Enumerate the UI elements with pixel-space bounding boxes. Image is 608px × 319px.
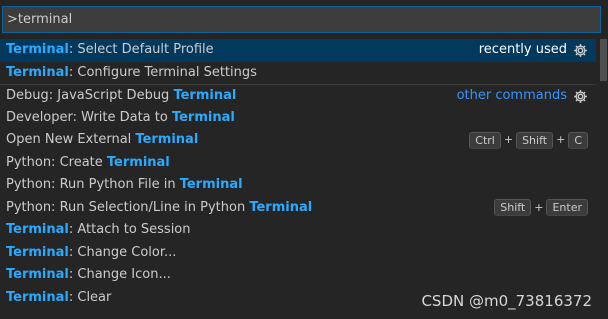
gear-icon[interactable] (573, 43, 588, 58)
key-separator: + (556, 133, 566, 146)
key-cap: Enter (546, 199, 588, 217)
keybinding: Shift + Enter (494, 197, 588, 220)
group-label: recently used (478, 42, 567, 57)
command-label: Open New External Terminal (6, 132, 198, 147)
command-label: Terminal: Change Color... (6, 245, 176, 260)
command-label-text: Open New External (6, 132, 136, 147)
command-label-match: Terminal (106, 154, 170, 170)
command-input-box[interactable] (2, 6, 601, 33)
command-label-text: : Attach to Session (68, 222, 191, 237)
command-label-match: Terminal (6, 222, 69, 237)
command-list: Terminal: Select Default Profile recently… (0, 39, 596, 309)
command-label-text: Python: Create (6, 154, 107, 170)
command-label-text: : Clear (68, 289, 112, 305)
command-label: Debug: JavaScript Debug Terminal (6, 88, 236, 103)
command-label-match: Terminal (249, 199, 313, 215)
command-item[interactable]: Python: Create Terminal (0, 152, 596, 175)
command-item[interactable]: Terminal: Attach to Session (0, 219, 596, 242)
key-cap: Shift (516, 131, 554, 149)
command-label-match: Terminal (6, 289, 69, 305)
command-item[interactable]: Terminal: Change Color... (0, 242, 596, 265)
command-label-match: Terminal (179, 177, 243, 192)
command-label: Terminal: Clear (6, 290, 111, 305)
command-item-meta: Ctrl + Shift + C (469, 129, 588, 152)
command-label: Terminal: Change Icon... (6, 267, 171, 282)
command-item-meta: Shift + Enter (494, 197, 588, 220)
command-label-match: Terminal (171, 109, 235, 125)
command-label-match: Terminal (135, 132, 199, 147)
command-label-text: : Configure Terminal Settings (68, 64, 257, 80)
command-label: Python: Run Selection/Line in Python Ter… (6, 200, 312, 215)
command-label-match: Terminal (6, 64, 69, 80)
command-item[interactable]: Python: Run Python File in Terminal (0, 174, 596, 197)
command-label-text: Developer: Write Data to (6, 109, 172, 125)
command-label-text: Debug: JavaScript Debug (6, 88, 174, 103)
command-item[interactable]: Open New External Terminal Ctrl + Shift + C (0, 129, 596, 152)
command-item[interactable]: Python: Run Selection/Line in Python Ter… (0, 197, 596, 220)
command-label: Python: Create Terminal (6, 155, 170, 170)
command-palette: Terminal: Select Default Profilerecently… (0, 0, 608, 319)
command-label-text: : Change Color... (68, 244, 177, 260)
key-cap: Shift (494, 199, 532, 217)
command-label-text: Python: Run Selection/Line in Python (6, 199, 250, 215)
command-item[interactable]: Developer: Write Data to Terminal (0, 107, 596, 130)
key-separator: + (503, 133, 514, 146)
watermark: CSDN @m0_73816372 (421, 292, 592, 310)
command-item[interactable]: Terminal: Select Default Profile recently… (0, 39, 596, 62)
command-item-meta: recently used (479, 39, 588, 62)
command-label: Terminal: Configure Terminal Settings (6, 65, 257, 80)
command-item-meta: other commands (457, 85, 588, 108)
group-label: other commands (456, 88, 567, 103)
command-label: Developer: Write Data to Terminal (6, 110, 235, 125)
command-label-text: : Change Icon... (68, 267, 171, 282)
command-label-match: Terminal (6, 42, 69, 57)
command-item[interactable]: Debug: JavaScript Debug Terminal other co… (0, 84, 596, 107)
command-label-text: Python: Run Python File in (6, 177, 180, 192)
command-label-match: Terminal (6, 267, 69, 282)
key-separator: + (534, 200, 544, 214)
command-label: Terminal: Attach to Session (6, 222, 191, 237)
key-cap: C (568, 131, 588, 149)
command-label: Python: Run Python File in Terminal (6, 177, 243, 192)
command-label-match: Terminal (173, 88, 237, 103)
command-input[interactable] (3, 7, 600, 32)
keybinding: Ctrl + Shift + C (469, 129, 588, 152)
command-item[interactable]: Terminal: Change Icon... (0, 264, 596, 287)
gear-icon[interactable] (573, 89, 588, 104)
command-label-text: : Select Default Profile (68, 42, 214, 57)
command-item[interactable]: Terminal: Configure Terminal Settings (0, 62, 596, 85)
key-cap: Ctrl (469, 131, 501, 149)
scrollbar[interactable] (600, 39, 607, 81)
command-label-match: Terminal (6, 244, 69, 260)
command-label: Terminal: Select Default Profile (6, 42, 214, 57)
